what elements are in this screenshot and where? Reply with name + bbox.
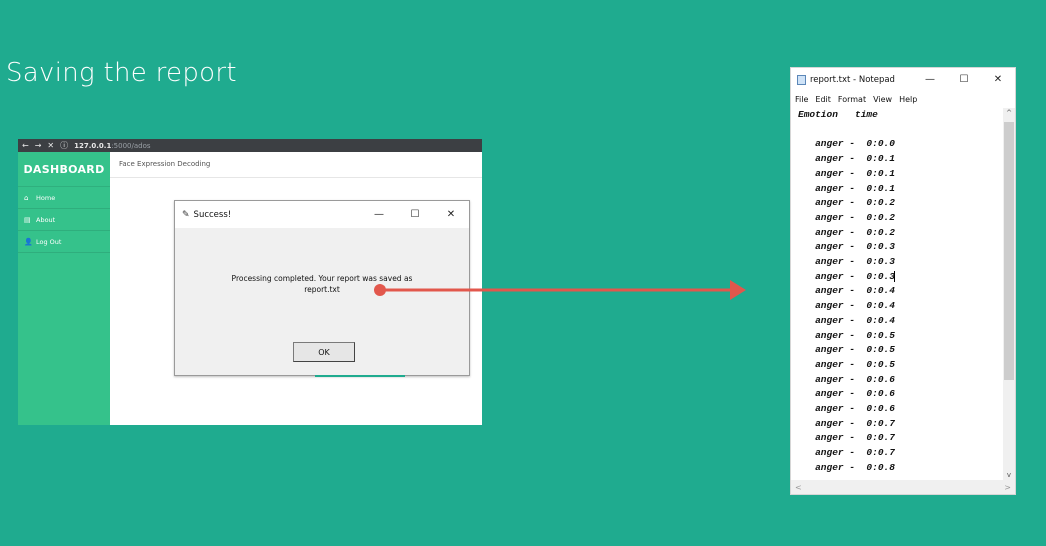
row-time: 0:0.1 (866, 182, 895, 194)
notepad-titlebar: report.txt - Notepad — ☐ ✕ (791, 68, 1015, 91)
scroll-up-icon[interactable]: ^ (1003, 109, 1015, 117)
row-emotion: anger - (798, 461, 867, 473)
row-time: 0:0.0 (866, 138, 895, 150)
row-emotion: anger - (798, 447, 867, 459)
row-time: 0:0.4 (866, 314, 895, 326)
menu-format[interactable]: Format (838, 95, 866, 104)
arrow-head (730, 280, 746, 300)
row-time: 0:0.7 (866, 447, 895, 459)
row-time: 0:0.3 (866, 256, 895, 268)
row-time: 0:0.8 (866, 461, 895, 473)
notepad-row: anger - 0:0.1 (798, 152, 1003, 167)
notepad-text-area[interactable]: Emotion time anger - 0:0.0 anger - 0:0.1… (791, 108, 1003, 480)
scroll-right-icon[interactable]: > (1004, 483, 1011, 492)
row-emotion: anger - (798, 211, 867, 223)
row-emotion: anger - (798, 256, 867, 268)
row-emotion: anger - (798, 138, 867, 150)
notepad-row: anger - 0:0.1 (798, 167, 1003, 182)
notepad-row: anger - 0:0.6 (798, 402, 1003, 417)
notepad-row: anger - 0:0.5 (798, 358, 1003, 373)
row-emotion: anger - (798, 182, 867, 194)
notepad-menubar: File Edit Format View Help (791, 91, 1015, 107)
row-emotion: anger - (798, 329, 867, 341)
row-time: 0:0.6 (866, 388, 895, 400)
notepad-row: anger - 0:0.8 (798, 461, 1003, 476)
notepad-row: anger - 0:0.2 (798, 211, 1003, 226)
notepad-header-line: Emotion time (798, 109, 878, 120)
row-emotion: anger - (798, 285, 867, 297)
scroll-left-icon[interactable]: < (795, 483, 802, 492)
row-time: 0:0.6 (866, 403, 895, 415)
row-emotion: anger - (798, 373, 867, 385)
row-time: 0:0.5 (866, 358, 895, 370)
menu-edit[interactable]: Edit (815, 95, 831, 104)
notepad-row: anger - 0:0.1 (798, 182, 1003, 197)
row-emotion: anger - (798, 167, 867, 179)
horizontal-scrollbar[interactable]: < > (791, 480, 1015, 494)
notepad-row: anger - 0:0.7 (798, 417, 1003, 432)
notepad-window: report.txt - Notepad — ☐ ✕ File Edit For… (790, 67, 1016, 495)
row-time: 0:0.2 (866, 226, 895, 238)
row-time: 0:0.2 (866, 211, 895, 223)
row-time: 0:0.6 (866, 373, 895, 385)
row-time: 0:0.7 (866, 432, 895, 444)
close-button[interactable]: ✕ (981, 74, 1015, 85)
notepad-row: anger - 0:0.7 (798, 446, 1003, 461)
row-emotion: anger - (798, 241, 867, 253)
row-emotion: anger - (798, 432, 867, 444)
notepad-row: anger - 0:0.4 (798, 299, 1003, 314)
menu-view[interactable]: View (873, 95, 892, 104)
row-time: 0:0.4 (866, 300, 895, 312)
row-emotion: anger - (798, 358, 867, 370)
row-emotion: anger - (798, 388, 867, 400)
row-emotion: anger - (798, 300, 867, 312)
notepad-blank-line (798, 123, 1003, 138)
row-time: 0:0.7 (866, 417, 895, 429)
notepad-row: anger - 0:0.7 (798, 431, 1003, 446)
scroll-thumb[interactable] (1004, 122, 1014, 380)
notepad-row: anger - 0:0.0 (798, 137, 1003, 152)
row-emotion: anger - (798, 153, 867, 165)
row-time: 0:0.3 (866, 241, 895, 253)
scroll-down-icon[interactable]: v (1003, 471, 1015, 479)
minimize-button[interactable]: — (913, 74, 947, 85)
notepad-row: anger - 0:0.3 (798, 240, 1003, 255)
notepad-row: anger - 0:0.4 (798, 314, 1003, 329)
maximize-button[interactable]: ☐ (947, 74, 981, 85)
row-time: 0:0.2 (866, 197, 895, 209)
notepad-file-icon (797, 74, 806, 85)
row-time: 0:0.1 (866, 153, 895, 165)
row-time: 0:0.5 (866, 329, 895, 341)
row-emotion: anger - (798, 417, 867, 429)
menu-help[interactable]: Help (899, 95, 917, 104)
notepad-row: anger - 0:0.3 (798, 255, 1003, 270)
notepad-row: anger - 0:0.2 (798, 226, 1003, 241)
row-emotion: anger - (798, 226, 867, 238)
notepad-row: anger - 0:0.5 (798, 329, 1003, 344)
row-emotion: anger - (798, 344, 867, 356)
row-emotion: anger - (798, 403, 867, 415)
row-emotion: anger - (798, 197, 867, 209)
notepad-row: anger - 0:0.3 (798, 270, 1003, 285)
menu-file[interactable]: File (795, 95, 808, 104)
text-caret (893, 270, 895, 282)
row-emotion: anger - (798, 270, 867, 282)
notepad-row: anger - 0:0.4 (798, 284, 1003, 299)
notepad-row: anger - 0:0.5 (798, 343, 1003, 358)
row-emotion: anger - (798, 314, 867, 326)
row-time: 0:0.1 (866, 167, 895, 179)
row-time: 0:0.5 (866, 344, 895, 356)
row-time: 0:0.4 (866, 285, 895, 297)
row-time: 0:0.3 (866, 270, 895, 282)
notepad-title: report.txt - Notepad (810, 74, 895, 85)
notepad-row: anger - 0:0.6 (798, 373, 1003, 388)
notepad-row: anger - 0:0.6 (798, 387, 1003, 402)
vertical-scrollbar[interactable]: ^ v (1003, 108, 1015, 480)
notepad-row: anger - 0:0.2 (798, 196, 1003, 211)
